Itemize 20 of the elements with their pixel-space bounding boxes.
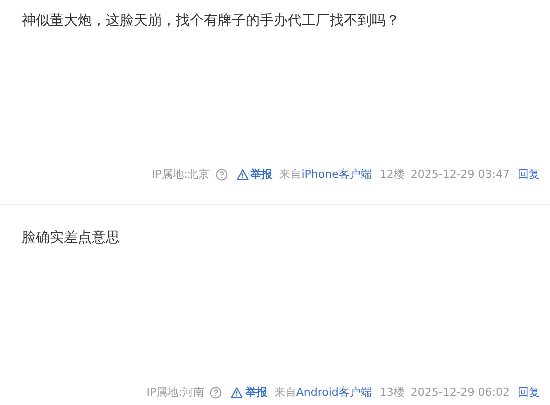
client-link[interactable]: iPhone客户端 [302,167,372,182]
ip-location: IP属地:河南 [146,385,204,400]
report-link[interactable]: 举报 [231,385,268,400]
warning-icon [236,168,249,180]
warning-icon [231,386,244,398]
source-label: 来自 [280,167,302,182]
reply-link[interactable]: 回复 [518,385,540,400]
post-text: 脸确实差点意思 [22,229,121,247]
post-text: 神似董大炮，这脸天崩，找个有牌子的手办代工厂找不到吗？ [22,12,401,30]
post-time: 2025-12-29 06:02 [410,386,510,399]
source-label: 来自 [274,385,296,400]
reply-link[interactable]: 回复 [518,167,540,182]
help-icon[interactable] [210,386,222,398]
help-icon[interactable] [216,168,228,180]
floor-number: 13楼 [380,385,405,400]
client-link[interactable]: Android客户端 [296,385,372,400]
report-link[interactable]: 举报 [236,167,273,182]
ip-location: IP属地:北京 [152,167,210,182]
post-time: 2025-12-29 03:47 [410,168,510,181]
floor-number: 12楼 [380,167,405,182]
